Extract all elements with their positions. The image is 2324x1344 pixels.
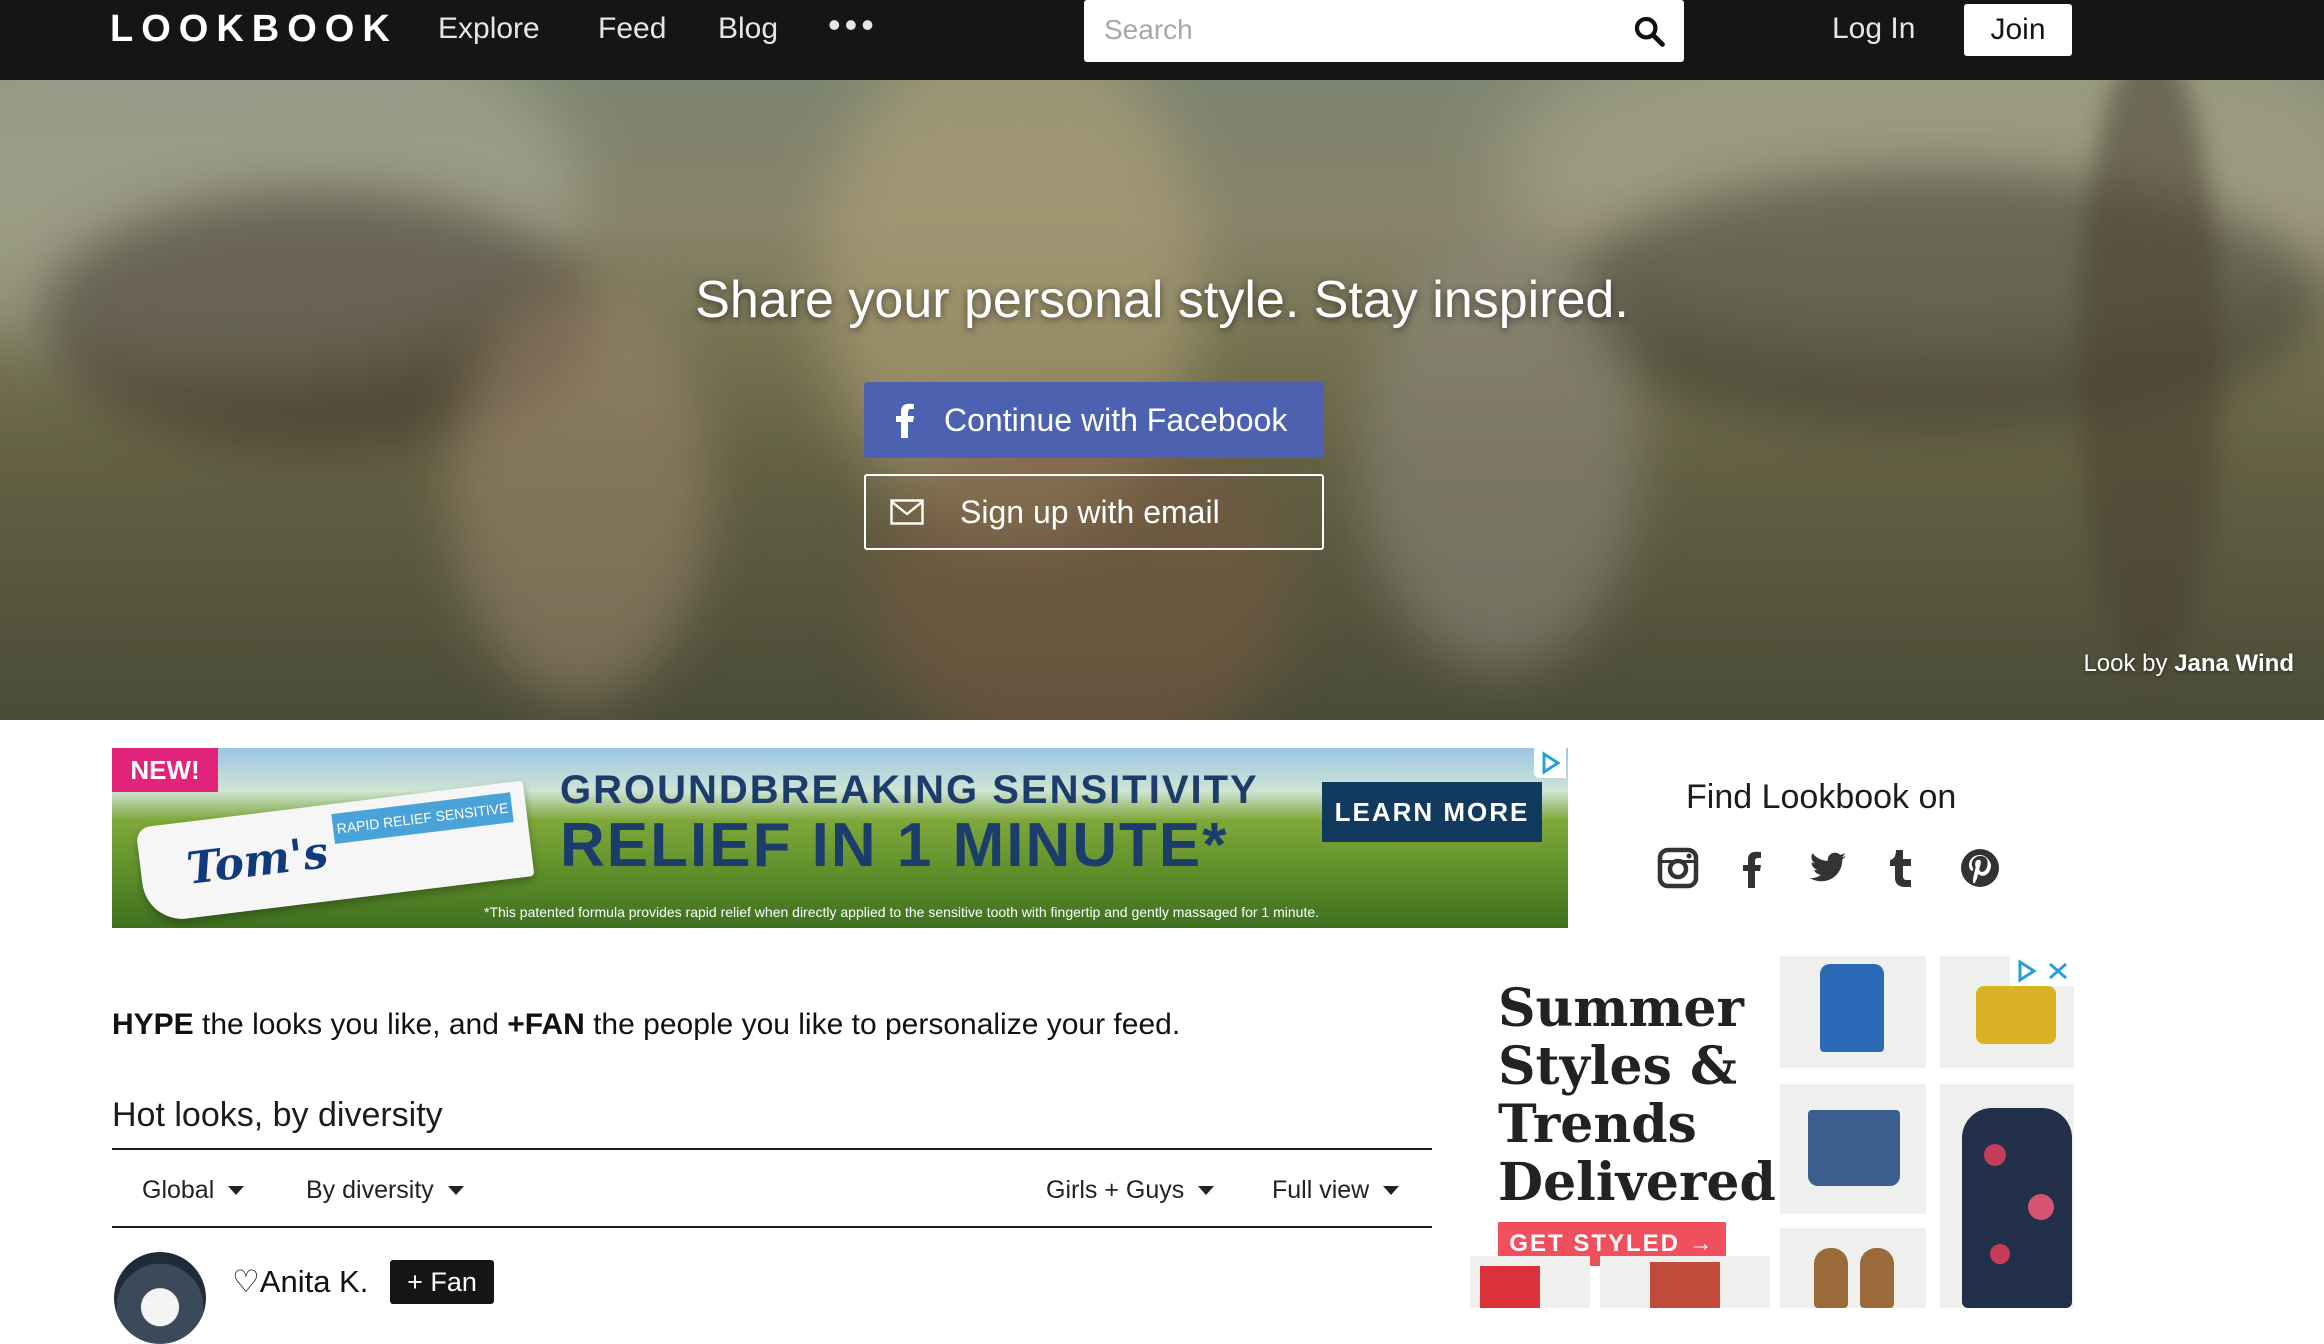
product-tile-blue-top [1780,956,1926,1068]
product-tile-denim-shorts [1780,1084,1926,1214]
new-badge: NEW! [112,748,218,792]
sort-filter-label: By diversity [306,1176,434,1204]
facebook-icon[interactable] [1730,846,1774,890]
nav-blog[interactable]: Blog [718,12,778,46]
search-icon[interactable] [1632,14,1666,48]
avatar[interactable] [114,1252,206,1344]
tumblr-icon[interactable] [1882,846,1926,890]
facebook-button-label: Continue with Facebook [944,401,1288,438]
lookbook-logo[interactable]: LOOKBOOK [110,8,398,51]
instagram-icon[interactable] [1656,846,1700,890]
adchoices-icon[interactable] [1534,748,1566,778]
mail-icon [890,499,924,525]
credit-prefix: Look by [2083,650,2168,677]
product-tile-shoes [1780,1228,1926,1308]
find-lookbook-heading: Find Lookbook on [1686,778,1957,816]
summer-ad-title: Summer Styles & Trends Delivered [1498,978,1776,1213]
sign-up-with-email-button[interactable]: Sign up with email [864,474,1324,550]
summer-styles-ad[interactable]: Summer Styles & Trends Delivered GET STY… [1470,956,2074,1308]
view-filter-dropdown[interactable]: Full view [1272,1176,1400,1205]
continue-with-facebook-button[interactable]: Continue with Facebook [864,382,1324,458]
learn-more-button[interactable]: LEARN MORE [1322,782,1542,842]
view-filter-label: Full view [1272,1176,1370,1204]
credit-author-link[interactable]: Jana Wind [2174,650,2294,677]
hype-keyword: HYPE [112,1008,194,1041]
filter-divider [112,1226,1432,1228]
hero-banner: Share your personal style. Stay inspired… [0,80,2324,720]
email-button-label: Sign up with email [960,493,1220,530]
section-divider [112,1148,1432,1150]
facebook-icon [896,403,914,438]
nav-feed[interactable]: Feed [598,12,666,46]
fan-keyword: +FAN [507,1008,585,1041]
user-name-link[interactable]: ♡Anita K. [232,1264,368,1300]
search-box [1084,0,1684,62]
product-tile-patterned [1600,1256,1770,1308]
top-nav: LOOKBOOK Explore Feed Blog ••• Log In Jo… [0,0,2324,80]
twitter-icon[interactable] [1806,846,1850,890]
more-menu-icon[interactable]: ••• [828,4,878,46]
ad-brand-logo: Tom's [183,827,331,895]
caret-down-icon [228,1186,245,1195]
tube-label: RAPID RELIEF SENSITIVE [331,792,514,844]
photo-credit: Look by Jana Wind [2083,650,2294,678]
join-button[interactable]: Join [1964,4,2072,56]
caret-down-icon [1198,1186,1215,1195]
pinterest-icon[interactable] [1958,846,2002,890]
hype-text-1: the looks you like, and [193,1008,508,1041]
hot-looks-heading: Hot looks, by diversity [112,1096,443,1134]
region-filter-dropdown[interactable]: Global [142,1176,245,1205]
product-tile-red [1470,1256,1590,1308]
caret-down-icon [1383,1186,1400,1195]
gender-filter-label: Girls + Guys [1046,1176,1185,1204]
search-input[interactable] [1102,10,1622,50]
region-filter-label: Global [142,1176,215,1204]
toothpaste-tube-image: Tom's RAPID RELIEF SENSITIVE [135,780,535,924]
nav-explore[interactable]: Explore [438,12,540,46]
caret-down-icon [447,1186,464,1195]
fan-button[interactable]: + Fan [390,1260,494,1304]
product-tile-floral-dress [1940,1084,2074,1308]
ad-headline: GROUNDBREAKING SENSITIVITY [560,768,1259,812]
hype-text-2: the people you like to personalize your … [584,1008,1181,1041]
sort-filter-dropdown[interactable]: By diversity [306,1176,464,1205]
hype-fan-instructions: HYPE the looks you like, and +FAN the pe… [112,1008,1180,1042]
adchoices-icon[interactable] [2010,956,2074,986]
ad-fine-print: *This patented formula provides rapid re… [484,904,1320,920]
toothpaste-ad-banner[interactable]: NEW! Tom's RAPID RELIEF SENSITIVE GROUND… [112,748,1568,928]
gender-filter-dropdown[interactable]: Girls + Guys [1046,1176,1215,1205]
login-link[interactable]: Log In [1832,12,1915,46]
hero-title: Share your personal style. Stay inspired… [695,271,1629,329]
ad-subheadline: RELIEF IN 1 MINUTE* [560,811,1229,880]
